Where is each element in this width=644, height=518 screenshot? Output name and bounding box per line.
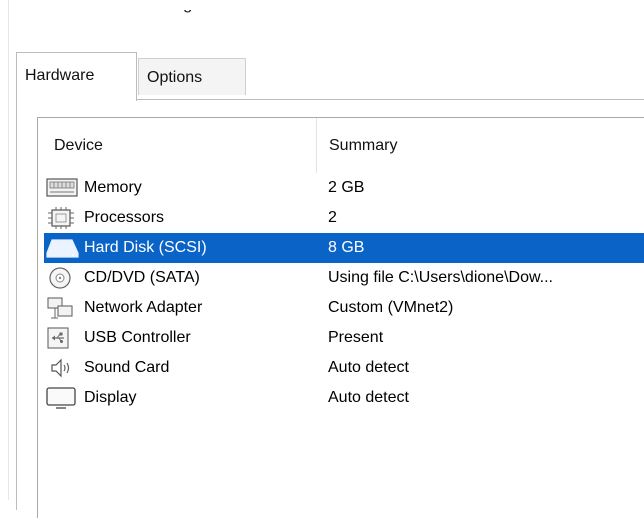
device-row-sound-card[interactable]: Sound Card Auto detect — [44, 353, 644, 383]
summary-label: 8 GB — [328, 239, 365, 256]
summary-label: 2 GB — [328, 179, 365, 196]
processor-icon — [46, 206, 82, 230]
network-adapter-icon — [46, 296, 82, 320]
device-row-display[interactable]: Display Auto detect — [44, 383, 644, 413]
hard-disk-icon — [46, 236, 82, 260]
device-label: Sound Card — [84, 359, 170, 376]
column-header-device[interactable]: Device — [38, 118, 316, 173]
device-label: CD/DVD (SATA) — [84, 269, 200, 286]
summary-label: Custom (VMnet2) — [328, 299, 454, 316]
summary-label: Present — [328, 329, 384, 346]
device-label: Display — [84, 389, 137, 406]
device-row-processors[interactable]: Processors 2 — [44, 203, 644, 233]
device-row-cd-dvd[interactable]: CD/DVD (SATA) Using file C:\Users\dione\… — [44, 263, 644, 293]
device-list[interactable]: Device Summary Memory 2 GB Processors 2 … — [37, 117, 644, 518]
device-row-memory[interactable]: Memory 2 GB — [44, 173, 644, 203]
device-row-usb-controller[interactable]: USB Controller Present — [44, 323, 644, 353]
device-label: Hard Disk (SCSI) — [84, 239, 207, 256]
device-row-network-adapter[interactable]: Network Adapter Custom (VMnet2) — [44, 293, 644, 323]
device-label: Memory — [84, 179, 142, 196]
title-bar-edge — [0, 0, 644, 10]
summary-label: Using file C:\Users\dione\Dow... — [328, 269, 553, 286]
display-icon — [46, 386, 82, 410]
summary-label: Auto detect — [328, 389, 409, 406]
memory-icon — [46, 176, 82, 200]
tab-hardware[interactable]: Hardware — [16, 52, 137, 101]
device-label: Network Adapter — [84, 299, 203, 316]
sound-card-icon — [46, 356, 82, 380]
device-label: USB Controller — [84, 329, 191, 346]
summary-label: Auto detect — [328, 359, 409, 376]
device-label: Processors — [84, 209, 165, 226]
tab-options[interactable]: Options — [138, 58, 246, 95]
dialog-left-border — [8, 0, 9, 500]
vm-settings-dialog: Virtual Machine Settings Hardware Option… — [0, 0, 644, 518]
column-header-summary[interactable]: Summary — [316, 118, 644, 173]
device-list-header: Device Summary — [38, 118, 644, 173]
device-row-hard-disk[interactable]: Hard Disk (SCSI) 8 GB — [44, 233, 644, 263]
cd-dvd-icon — [46, 266, 82, 290]
summary-label: 2 — [328, 209, 337, 226]
usb-icon — [46, 326, 82, 350]
